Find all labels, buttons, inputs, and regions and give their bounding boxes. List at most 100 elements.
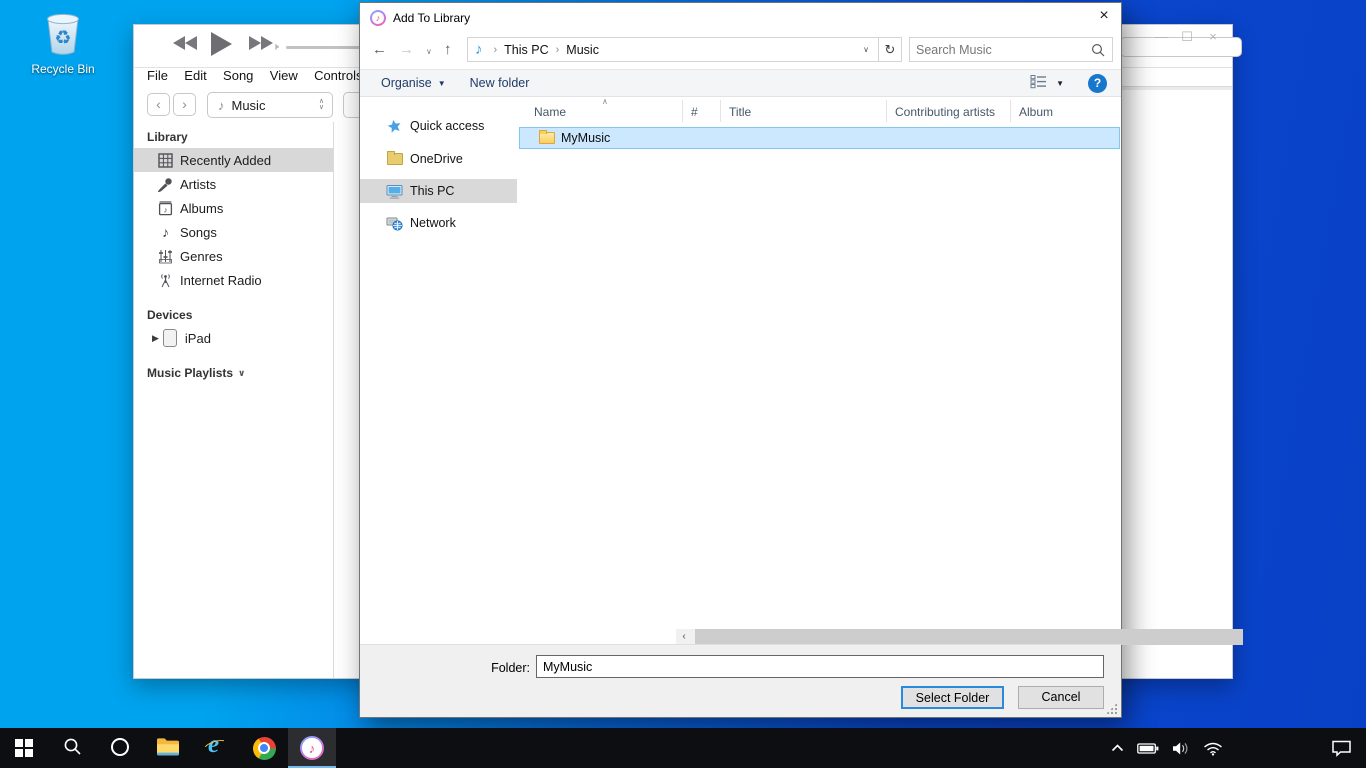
- svg-text:♪: ♪: [164, 205, 168, 214]
- sidebar-item-artists[interactable]: Artists: [134, 172, 333, 196]
- view-options-button[interactable]: ▼: [1030, 74, 1064, 92]
- nav-pane-this-pc[interactable]: This PC: [360, 179, 517, 203]
- microphone-icon: [157, 176, 174, 193]
- column-header-number[interactable]: #: [683, 100, 721, 122]
- volume-speaker-icon: 🕨: [272, 41, 279, 54]
- address-breadcrumb-bar[interactable]: ♪ › This PC › Music ∨: [467, 37, 879, 62]
- up-one-level-button[interactable]: ↑: [444, 41, 452, 58]
- dialog-title: Add To Library: [393, 11, 470, 25]
- breadcrumb-music[interactable]: Music: [566, 43, 599, 57]
- horizontal-scrollbar[interactable]: ‹ ›: [676, 629, 1121, 645]
- volume-icon[interactable]: [1172, 741, 1191, 756]
- action-center-icon[interactable]: [1331, 739, 1352, 757]
- menu-view[interactable]: View: [270, 68, 298, 83]
- recycle-bin-label: Recycle Bin: [26, 62, 100, 76]
- menu-controls[interactable]: Controls: [314, 68, 362, 83]
- new-folder-button[interactable]: New folder: [470, 76, 530, 90]
- menu-edit[interactable]: Edit: [184, 68, 206, 83]
- sidebar-item-songs[interactable]: ♪ Songs: [134, 220, 333, 244]
- organise-button[interactable]: Organise ▼: [381, 76, 446, 90]
- battery-icon[interactable]: [1137, 741, 1160, 756]
- itunes-forward-button[interactable]: ›: [173, 93, 196, 116]
- back-button[interactable]: ←: [372, 41, 387, 58]
- expander-chevron-icon[interactable]: ▶: [152, 333, 159, 344]
- svg-text:♻: ♻: [54, 28, 71, 49]
- place-label: OneDrive: [410, 152, 463, 166]
- chrome-button[interactable]: [240, 728, 288, 768]
- itunes-dialog-icon: ♪: [370, 10, 386, 26]
- cancel-button[interactable]: Cancel: [1018, 686, 1104, 709]
- music-playlists-heading[interactable]: Music Playlists ∨: [147, 366, 333, 380]
- dialog-body: Quick access OneDrive This PC Network: [360, 97, 1121, 644]
- breadcrumb-separator: ›: [494, 44, 498, 56]
- taskbar: e ♪: [0, 728, 1366, 768]
- nav-pane-onedrive[interactable]: OneDrive: [360, 147, 517, 171]
- help-button[interactable]: ?: [1088, 74, 1107, 93]
- sidebar-item-recently-added[interactable]: Recently Added: [134, 148, 333, 172]
- sidebar-item-label: Albums: [180, 201, 223, 216]
- itunes-maximize-button[interactable]: ☐: [1174, 29, 1200, 45]
- menu-file[interactable]: File: [147, 68, 168, 83]
- desktop: ♻ Recycle Bin 🕨 —☐× File Edit: [0, 0, 1366, 768]
- breadcrumb-this-pc[interactable]: This PC: [504, 43, 548, 57]
- place-label: Network: [410, 216, 456, 230]
- sidebar-item-label: Recently Added: [180, 153, 271, 168]
- internet-explorer-button[interactable]: e: [192, 728, 240, 768]
- album-icon: ♪: [157, 200, 174, 217]
- cortana-button[interactable]: [96, 728, 144, 768]
- sidebar-item-internet-radio[interactable]: Internet Radio: [134, 268, 333, 292]
- itunes-minimize-button[interactable]: —: [1148, 29, 1174, 44]
- this-pc-monitor-icon: [386, 183, 403, 199]
- grid-icon: [157, 152, 174, 169]
- forward-button[interactable]: →: [399, 41, 414, 58]
- nav-pane-quick-access[interactable]: Quick access: [360, 114, 517, 138]
- sidebar-item-label: Internet Radio: [180, 273, 262, 288]
- file-row-mymusic[interactable]: MyMusic: [519, 127, 1120, 149]
- tray-expand-chevron-icon[interactable]: [1110, 742, 1125, 754]
- stepper-chevrons-icon: ∧∨: [319, 99, 324, 111]
- recycle-bin-shortcut[interactable]: ♻ Recycle Bin: [26, 6, 100, 76]
- column-header-contributing-artists[interactable]: Contributing artists: [887, 100, 1011, 122]
- search-input[interactable]: [916, 39, 1086, 60]
- menu-song[interactable]: Song: [223, 68, 253, 83]
- details-view-icon: [1030, 74, 1048, 92]
- dialog-titlebar: ♪ Add To Library ×: [360, 3, 1121, 33]
- scroll-left-arrow[interactable]: ‹: [676, 629, 692, 645]
- wifi-icon[interactable]: [1203, 741, 1223, 756]
- sidebar-item-ipad[interactable]: ▶ iPad: [134, 326, 333, 350]
- media-kind-label: Music: [232, 98, 319, 113]
- file-explorer-button[interactable]: [144, 728, 192, 768]
- folder-name-input[interactable]: [536, 655, 1104, 678]
- previous-track-button[interactable]: [172, 35, 198, 54]
- dialog-close-button[interactable]: ×: [1087, 3, 1121, 31]
- search-box: [909, 37, 1113, 62]
- sort-ascending-icon: ∧: [602, 97, 608, 106]
- scrollbar-thumb[interactable]: [695, 629, 1243, 645]
- refresh-button[interactable]: ↻: [879, 37, 902, 62]
- select-folder-button[interactable]: Select Folder: [901, 686, 1004, 709]
- column-header-title[interactable]: Title: [721, 100, 887, 122]
- itunes-back-button[interactable]: ‹: [147, 93, 170, 116]
- itunes-icon: ♪: [300, 736, 324, 760]
- recycle-bin-icon: ♻: [38, 47, 88, 61]
- dialog-command-bar: Organise ▼ New folder ▼ ?: [360, 69, 1121, 97]
- taskbar-search-button[interactable]: [48, 728, 96, 768]
- column-header-album[interactable]: Album: [1011, 100, 1120, 122]
- address-dropdown-chevron[interactable]: ∨: [863, 45, 869, 54]
- play-button[interactable]: [208, 31, 234, 60]
- nav-pane-network[interactable]: Network: [360, 211, 517, 235]
- recent-locations-chevron[interactable]: ∨: [426, 47, 432, 56]
- resize-grip[interactable]: [1106, 703, 1117, 714]
- chevron-down-icon: ∨: [238, 368, 245, 379]
- internet-explorer-icon: e: [203, 735, 229, 761]
- sidebar-item-genres[interactable]: Genres: [134, 244, 333, 268]
- sidebar-item-albums[interactable]: ♪ Albums: [134, 196, 333, 220]
- column-header-name[interactable]: ∧ Name: [518, 100, 683, 122]
- itunes-taskbar-button[interactable]: ♪: [288, 728, 336, 768]
- next-track-button[interactable]: [248, 35, 274, 54]
- start-button[interactable]: [0, 728, 48, 768]
- ipad-icon: [163, 329, 177, 347]
- media-kind-selector[interactable]: ♪ Music ∧∨: [207, 92, 333, 118]
- itunes-close-button[interactable]: ×: [1200, 29, 1226, 44]
- search-icon[interactable]: [1091, 43, 1105, 60]
